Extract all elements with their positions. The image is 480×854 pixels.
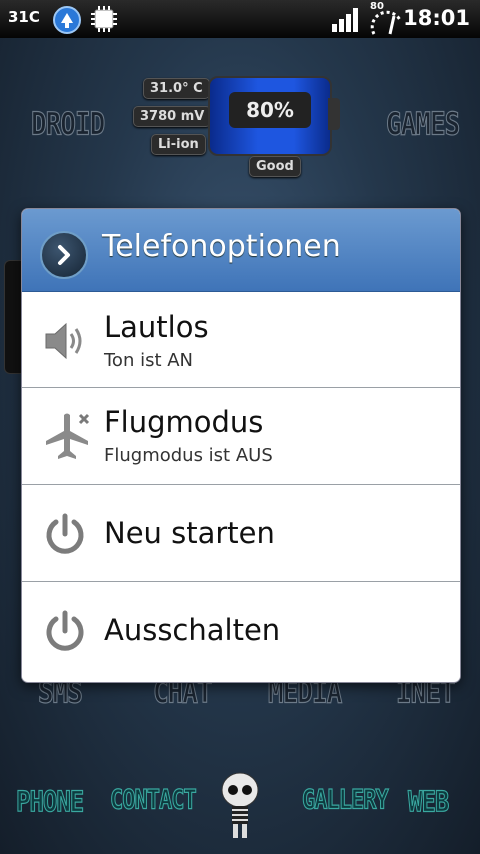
sync-icon [52, 5, 81, 34]
option-subtitle: Flugmodus ist AUS [104, 445, 273, 466]
folder-droid[interactable]: DROID [30, 106, 105, 143]
option-subtitle: Ton ist AN [104, 350, 194, 371]
battery-voltage-pill: 3780 mV [133, 106, 212, 127]
chip-icon [90, 5, 118, 33]
option-restart[interactable]: Neu starten [22, 486, 460, 582]
divider [22, 387, 460, 388]
battery-temperature-pill: 31.0° C [143, 78, 210, 99]
battery-health-pill: Good [249, 156, 301, 177]
dock-gallery[interactable]: GALLERY [302, 785, 390, 816]
phone-options-dialog: Telefonoptionen Lautlos Ton ist AN Flugm… [22, 209, 460, 682]
power-icon [42, 512, 88, 558]
home-screen: { "status_bar": { "temperature": "31C", … [0, 0, 480, 854]
option-title: Ausschalten [104, 613, 281, 647]
signal-icon [330, 6, 358, 34]
option-title: Flugmodus [104, 405, 264, 439]
dock-web[interactable]: WEB [407, 785, 449, 820]
airplane-icon [42, 411, 90, 459]
left-widget-edge[interactable] [4, 260, 24, 374]
battery-icon [370, 6, 402, 35]
option-power-off[interactable]: Ausschalten [22, 583, 460, 679]
option-title: Neu starten [104, 516, 275, 550]
option-silent[interactable]: Lautlos Ton ist AN [22, 292, 460, 388]
dock-contact[interactable]: CONTACT [110, 785, 198, 816]
app-drawer-skeleton-icon[interactable] [216, 770, 264, 840]
speaker-icon [42, 318, 88, 364]
battery-type-pill: Li-ion [151, 134, 206, 155]
folder-games[interactable]: GAMES [385, 106, 460, 143]
dialog-title: Telefonoptionen [102, 229, 341, 264]
power-icon [42, 609, 88, 655]
option-title: Lautlos [104, 310, 209, 344]
option-airplane-mode[interactable]: Flugmodus Flugmodus ist AUS [22, 389, 460, 485]
clock: 18:01 [403, 6, 470, 30]
battery-widget-percent: 80% [229, 92, 311, 128]
chevron-right-icon [40, 231, 88, 279]
dock-phone[interactable]: PHONE [15, 785, 84, 820]
dialog-header: Telefonoptionen [22, 209, 460, 292]
divider [22, 581, 460, 582]
status-bar: 31C 80 18:01 [0, 0, 480, 38]
battery-widget-cap [328, 98, 340, 130]
divider [22, 484, 460, 485]
temperature-indicator: 31C [8, 8, 40, 26]
